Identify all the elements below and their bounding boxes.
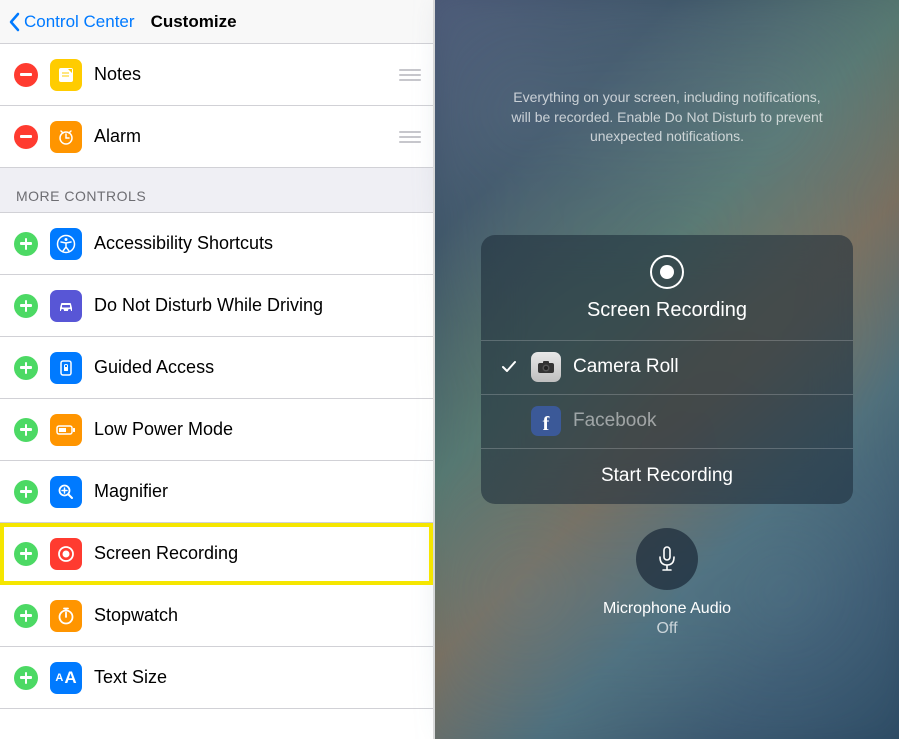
- action-label: Start Recording: [601, 465, 733, 487]
- settings-customize-panel: Control Center Customize Notes Alarm MOR…: [0, 0, 435, 739]
- card-title: Screen Recording: [481, 299, 853, 322]
- row-label: Magnifier: [94, 481, 421, 502]
- text-size-icon: AA: [50, 662, 82, 694]
- more-item-text-size[interactable]: AA Text Size: [0, 647, 433, 709]
- microphone-status: Off: [603, 620, 731, 638]
- add-button[interactable]: [14, 542, 38, 566]
- section-header: MORE CONTROLS: [0, 168, 433, 212]
- record-icon: [650, 255, 684, 289]
- recording-disclaimer: Everything on your screen, including not…: [507, 88, 827, 147]
- stopwatch-icon: [50, 600, 82, 632]
- remove-button[interactable]: [14, 63, 38, 87]
- microphone-toggle-button[interactable]: [636, 528, 698, 590]
- chevron-left-icon: [8, 12, 20, 32]
- included-controls-list: Notes Alarm: [0, 44, 433, 168]
- add-button[interactable]: [14, 666, 38, 690]
- screen-recording-card: Screen Recording Camera Roll f Facebook …: [481, 235, 853, 504]
- more-controls-list: Accessibility Shortcuts Do Not Disturb W…: [0, 212, 433, 709]
- row-label: Stopwatch: [94, 605, 421, 626]
- row-label: Low Power Mode: [94, 419, 421, 440]
- row-label: Screen Recording: [94, 543, 421, 564]
- add-button[interactable]: [14, 480, 38, 504]
- add-button[interactable]: [14, 356, 38, 380]
- back-button[interactable]: Control Center: [8, 12, 135, 32]
- row-label: Alarm: [94, 126, 399, 147]
- more-controls-section: MORE CONTROLS Accessibility Shortcuts Do…: [0, 168, 433, 709]
- microphone-section: Microphone Audio Off: [603, 528, 731, 638]
- microphone-icon: [655, 545, 679, 573]
- record-icon: [50, 538, 82, 570]
- card-header: Screen Recording: [481, 235, 853, 340]
- add-button[interactable]: [14, 294, 38, 318]
- more-item-screen-recording[interactable]: Screen Recording: [0, 523, 433, 585]
- destination-label: Facebook: [573, 410, 656, 432]
- included-item-alarm[interactable]: Alarm: [0, 106, 433, 168]
- facebook-icon: f: [531, 406, 561, 436]
- more-item-low-power[interactable]: Low Power Mode: [0, 399, 433, 461]
- page-title: Customize: [151, 12, 237, 32]
- lock-icon: [50, 352, 82, 384]
- add-button[interactable]: [14, 604, 38, 628]
- accessibility-icon: [50, 228, 82, 260]
- more-item-stopwatch[interactable]: Stopwatch: [0, 585, 433, 647]
- alarm-icon: [50, 121, 82, 153]
- checkmark-icon: [499, 359, 519, 375]
- more-item-dnd-driving[interactable]: Do Not Disturb While Driving: [0, 275, 433, 337]
- destination-camera-roll[interactable]: Camera Roll: [481, 340, 853, 394]
- row-label: Accessibility Shortcuts: [94, 233, 421, 254]
- more-item-magnifier[interactable]: Magnifier: [0, 461, 433, 523]
- more-item-guided-access[interactable]: Guided Access: [0, 337, 433, 399]
- drag-handle-icon[interactable]: [399, 69, 421, 81]
- start-recording-button[interactable]: Start Recording: [481, 448, 853, 504]
- row-label: Guided Access: [94, 357, 421, 378]
- nav-bar: Control Center Customize: [0, 0, 433, 44]
- magnifier-icon: [50, 476, 82, 508]
- destination-label: Camera Roll: [573, 356, 679, 378]
- drag-handle-icon[interactable]: [399, 131, 421, 143]
- camera-roll-icon: [531, 352, 561, 382]
- microphone-label: Microphone Audio: [603, 600, 731, 618]
- remove-button[interactable]: [14, 125, 38, 149]
- add-button[interactable]: [14, 418, 38, 442]
- notes-icon: [50, 59, 82, 91]
- destination-facebook[interactable]: f Facebook: [481, 394, 853, 448]
- row-label: Do Not Disturb While Driving: [94, 295, 421, 316]
- add-button[interactable]: [14, 232, 38, 256]
- row-label: Text Size: [94, 667, 421, 688]
- row-label: Notes: [94, 64, 399, 85]
- battery-icon: [50, 414, 82, 446]
- car-icon: [50, 290, 82, 322]
- more-item-accessibility[interactable]: Accessibility Shortcuts: [0, 213, 433, 275]
- back-label: Control Center: [24, 12, 135, 32]
- included-item-notes[interactable]: Notes: [0, 44, 433, 106]
- control-center-3d-touch-panel: Everything on your screen, including not…: [435, 0, 899, 739]
